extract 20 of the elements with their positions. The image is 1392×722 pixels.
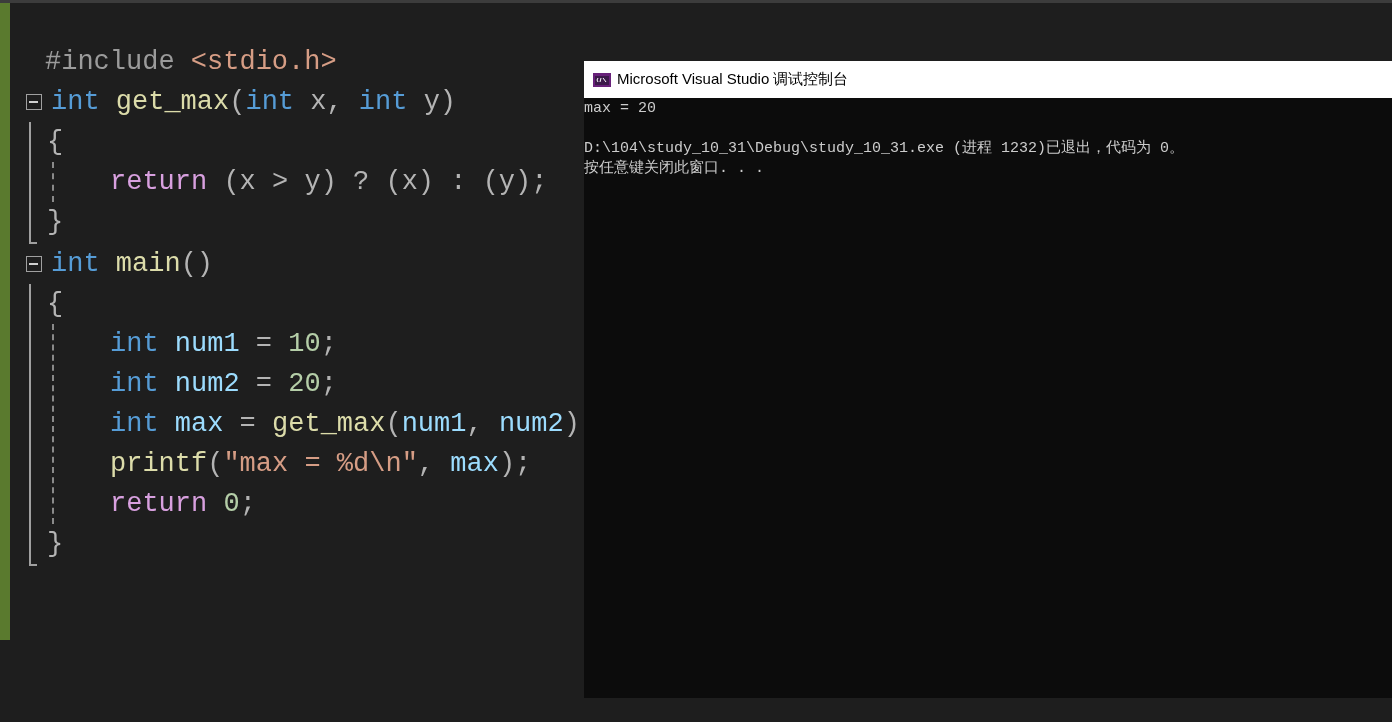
code-line: return (x > y) ? (x) : (y); (110, 166, 548, 199)
console-message: D:\104\study_10_31\Debug\study_10_31.exe (进程 1232)已退出，代码为 0。 (584, 140, 1185, 157)
code-line: return 0; (110, 488, 256, 521)
code-line: { (47, 126, 64, 159)
console-app-icon (593, 72, 611, 87)
code-line: #include <stdio.h> (45, 46, 337, 79)
console-message: 按任意键关闭此窗口. . . (584, 160, 764, 177)
code-line: int max = get_max(num1, num2) (110, 408, 580, 441)
code-line: int num1 = 10; (110, 328, 337, 361)
code-line: } (47, 206, 64, 239)
code-line: { (47, 288, 64, 321)
code-line: } (47, 528, 64, 561)
collapse-toggle[interactable] (25, 256, 42, 272)
collapse-toggle[interactable] (25, 94, 42, 110)
console-output: max = 20 (584, 100, 656, 117)
code-line: int get_max(int x, int y) (51, 86, 457, 119)
code-line: int num2 = 20; (110, 368, 337, 401)
code-line: int main() (51, 248, 214, 281)
code-line: printf("max = %d\n", max); (110, 448, 532, 481)
window-title: Microsoft Visual Studio 调试控制台 (617, 70, 849, 89)
